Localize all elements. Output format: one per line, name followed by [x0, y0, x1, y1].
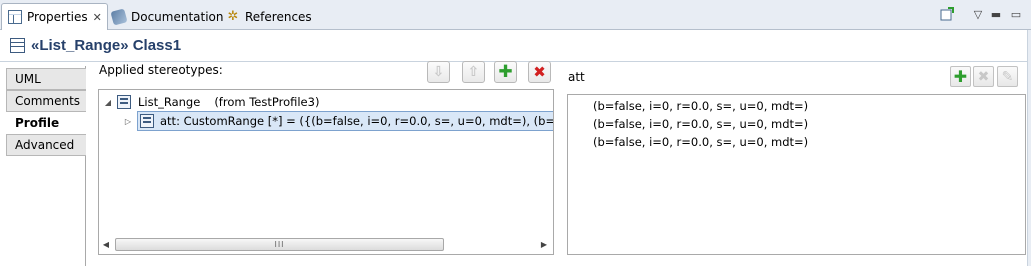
- page-title: «List_Range» Class1: [10, 35, 181, 55]
- remove-value-button[interactable]: ✖: [973, 66, 994, 87]
- add-stereotype-button[interactable]: ✚: [494, 61, 517, 83]
- att-label: att: [568, 70, 585, 84]
- section-tab-label: Comments: [15, 94, 81, 108]
- property-icon: [140, 114, 154, 128]
- tab-references[interactable]: ✲ References: [226, 3, 312, 30]
- stereotype-name: List_Range: [138, 95, 201, 109]
- add-value-button[interactable]: ✚: [950, 66, 971, 87]
- expand-toggle-icon[interactable]: ▷: [123, 117, 133, 126]
- section-tab-comments[interactable]: Comments: [6, 90, 86, 112]
- list-item[interactable]: (b=false, i=0, r=0.0, s=, u=0, mdt=): [593, 117, 808, 131]
- class-icon: [10, 37, 25, 53]
- scroll-thumb[interactable]: III: [115, 238, 444, 251]
- close-icon[interactable]: ✕: [93, 11, 102, 24]
- edit-value-button[interactable]: ✎: [997, 66, 1018, 87]
- section-tabs: UML Comments Profile Advanced: [6, 66, 86, 266]
- stereotype-tree[interactable]: ◢ List_Range (from TestProfile3) ▷ att: …: [98, 89, 554, 255]
- section-tab-label: UML: [15, 72, 41, 86]
- tree-row-stereotype[interactable]: ◢ List_Range (from TestProfile3): [103, 92, 319, 112]
- scroll-left-icon[interactable]: ◀: [99, 236, 113, 253]
- view-tab-bar: Properties ✕ Documentation ✲ References …: [0, 0, 1031, 30]
- remove-stereotype-button[interactable]: ✖: [528, 61, 551, 83]
- stereotype-source: (from TestProfile3): [214, 95, 320, 109]
- properties-icon: [8, 10, 22, 24]
- section-tab-label: Advanced: [15, 138, 75, 152]
- tree-row-property[interactable]: ▷ att: CustomRange [*] = ({(b=false, i=0…: [123, 111, 553, 131]
- section-tab-profile[interactable]: Profile: [6, 112, 86, 134]
- list-item[interactable]: (b=false, i=0, r=0.0, s=, u=0, mdt=): [593, 99, 808, 113]
- tab-documentation[interactable]: Documentation: [110, 3, 224, 30]
- maximize-icon[interactable]: ▭: [1008, 6, 1024, 22]
- move-up-button[interactable]: ⇧: [462, 61, 485, 83]
- scroll-grip: III: [274, 240, 285, 249]
- section-tab-advanced[interactable]: Advanced: [6, 134, 86, 156]
- pin-view-icon[interactable]: [939, 6, 955, 22]
- att-value-list[interactable]: (b=false, i=0, r=0.0, s=, u=0, mdt=) (b=…: [567, 94, 1026, 255]
- right-edge-bar: [1027, 30, 1031, 266]
- tab-documentation-label: Documentation: [131, 9, 224, 24]
- tab-references-label: References: [245, 9, 312, 24]
- minimize-icon[interactable]: ▬: [988, 6, 1004, 22]
- property-text: att: CustomRange [*] = ({(b=false, i=0, …: [160, 114, 553, 128]
- page-title-text: «List_Range» Class1: [31, 36, 182, 54]
- view-menu-icon[interactable]: ▽: [970, 6, 986, 22]
- expand-toggle-icon[interactable]: ◢: [103, 98, 113, 107]
- scroll-right-icon[interactable]: ▶: [537, 236, 551, 253]
- tab-properties-label: Properties: [27, 10, 88, 24]
- section-tab-uml[interactable]: UML: [6, 68, 86, 90]
- list-item[interactable]: (b=false, i=0, r=0.0, s=, u=0, mdt=): [593, 135, 808, 149]
- section-tab-label: Profile: [15, 116, 60, 130]
- horizontal-scrollbar[interactable]: ◀ III ▶: [99, 236, 553, 254]
- applied-stereotypes-label: Applied stereotypes:: [99, 63, 223, 77]
- move-down-button[interactable]: ⇩: [427, 61, 450, 83]
- references-icon: ✲: [227, 8, 239, 24]
- stereotype-icon: [117, 95, 131, 109]
- documentation-icon: [110, 7, 128, 26]
- tab-properties[interactable]: Properties ✕: [1, 3, 108, 30]
- selected-property[interactable]: att: CustomRange [*] = ({(b=false, i=0, …: [137, 111, 553, 131]
